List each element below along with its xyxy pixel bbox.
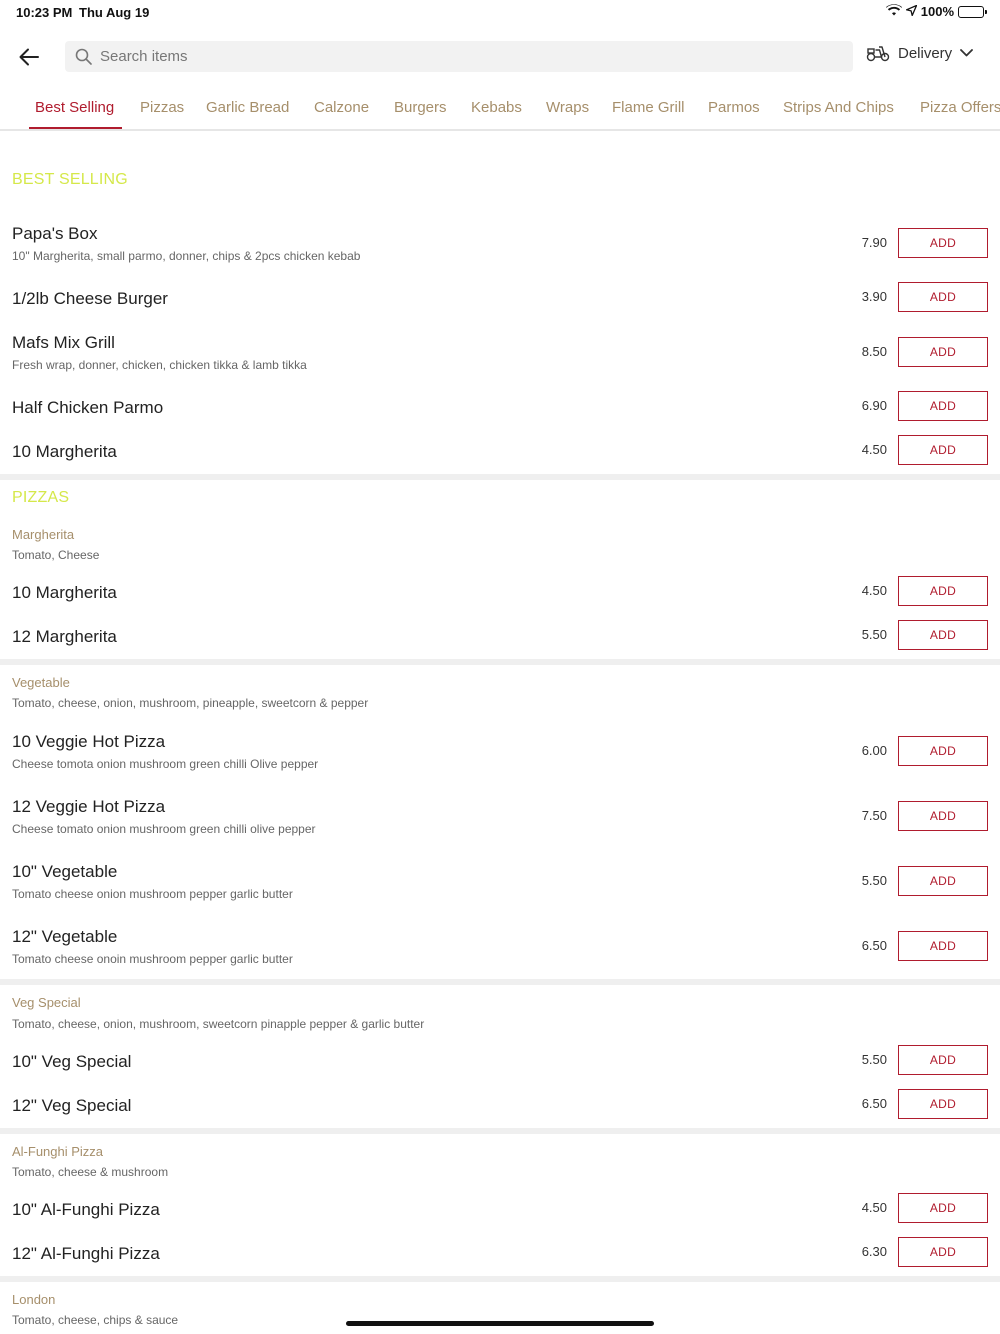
section-divider xyxy=(0,474,1000,480)
item-price: 5.50 xyxy=(861,1052,887,1067)
add-button[interactable]: ADD xyxy=(898,1193,988,1223)
group-title: Margherita xyxy=(12,527,75,542)
battery-percent: 100% xyxy=(920,4,954,19)
item-name: 1/2lb Cheese Burger xyxy=(12,289,168,308)
add-button[interactable]: ADD xyxy=(898,620,988,650)
back-button[interactable] xyxy=(14,42,44,72)
tab-calzone[interactable]: Calzone xyxy=(314,99,369,116)
item-price: 4.50 xyxy=(861,583,887,598)
group-title: London xyxy=(12,1292,56,1307)
item-name: 12 Margherita xyxy=(12,627,117,646)
add-button[interactable]: ADD xyxy=(898,435,988,465)
item-price: 4.50 xyxy=(861,442,887,457)
item-name: 12" Al-Funghi Pizza xyxy=(12,1244,160,1263)
delivery-mode-select[interactable]: Delivery xyxy=(866,44,974,62)
group-description: Tomato, cheese, onion, mushroom, sweetco… xyxy=(12,1017,425,1031)
add-button[interactable]: ADD xyxy=(898,282,988,312)
item-price: 6.50 xyxy=(861,938,887,953)
item-description: 10" Margherita, small parmo, donner, chi… xyxy=(12,249,361,263)
item-name: 12" Veg Special xyxy=(12,1096,132,1115)
status-indicators: 100% xyxy=(885,4,987,19)
item-name: 10" Al-Funghi Pizza xyxy=(12,1200,160,1219)
add-button[interactable]: ADD xyxy=(898,1237,988,1267)
search-input[interactable] xyxy=(100,48,800,65)
tab-pizza-offers[interactable]: Pizza Offers xyxy=(920,99,1000,116)
group-divider xyxy=(0,1128,1000,1134)
item-name: 10 Veggie Hot Pizza xyxy=(12,732,166,751)
add-button[interactable]: ADD xyxy=(898,391,988,421)
item-price: 6.00 xyxy=(861,743,887,758)
status-bar: 10:23 PM Thu Aug 19 100% xyxy=(0,0,1000,24)
item-name: Mafs Mix Grill xyxy=(12,333,115,352)
group-title: Veg Special xyxy=(12,995,81,1010)
search-bar[interactable] xyxy=(65,41,853,72)
item-price: 4.50 xyxy=(861,1200,887,1215)
group-description: Tomato, cheese, onion, mushroom, pineapp… xyxy=(12,696,369,710)
section-title-pizzas: PIZZAS xyxy=(12,489,70,506)
tab-flame-grill[interactable]: Flame Grill xyxy=(612,99,685,116)
item-description: Cheese tomota onion mushroom green chill… xyxy=(12,757,319,771)
item-price: 6.50 xyxy=(861,1096,887,1111)
item-price: 8.50 xyxy=(861,344,887,359)
item-price: 5.50 xyxy=(861,627,887,642)
item-name: 12" Vegetable xyxy=(12,927,118,946)
home-indicator[interactable] xyxy=(346,1321,654,1326)
add-button[interactable]: ADD xyxy=(898,931,988,961)
add-button[interactable]: ADD xyxy=(898,1045,988,1075)
item-name: 12 Veggie Hot Pizza xyxy=(12,797,166,816)
chevron-down-icon xyxy=(960,49,974,57)
item-price: 6.90 xyxy=(861,398,887,413)
item-name: Half Chicken Parmo xyxy=(12,398,164,417)
tab-parmos[interactable]: Parmos xyxy=(708,99,760,116)
item-description: Cheese tomato onion mushroom green chill… xyxy=(12,822,316,836)
wifi-icon xyxy=(885,4,902,19)
add-button[interactable]: ADD xyxy=(898,801,988,831)
item-description: Tomato cheese onoin mushroom pepper garl… xyxy=(12,952,293,966)
section-title-best-selling: BEST SELLING xyxy=(12,171,128,188)
item-name: 10" Vegetable xyxy=(12,862,118,881)
tab-strips-and-chips[interactable]: Strips And Chips xyxy=(783,99,894,116)
group-description: Tomato, Cheese xyxy=(12,548,100,562)
add-button[interactable]: ADD xyxy=(898,1089,988,1119)
group-title: Al-Funghi Pizza xyxy=(12,1144,104,1159)
item-name: Papa's Box xyxy=(12,224,98,243)
location-arrow-icon xyxy=(905,4,917,19)
item-price: 7.90 xyxy=(861,235,887,250)
battery-icon xyxy=(958,5,987,18)
add-button[interactable]: ADD xyxy=(898,337,988,367)
item-price: 6.30 xyxy=(861,1244,887,1259)
active-tab-indicator xyxy=(29,127,122,129)
tab-garlic-bread[interactable]: Garlic Bread xyxy=(206,99,289,116)
item-description: Tomato cheese onion mushroom pepper garl… xyxy=(12,887,293,901)
item-price: 3.90 xyxy=(861,289,887,304)
item-price: 5.50 xyxy=(861,873,887,888)
add-button[interactable]: ADD xyxy=(898,228,988,258)
back-arrow-icon xyxy=(19,48,39,66)
item-name: 10 Margherita xyxy=(12,442,117,461)
group-description: Tomato, cheese, chips & sauce xyxy=(12,1313,179,1327)
add-button[interactable]: ADD xyxy=(898,866,988,896)
group-divider xyxy=(0,659,1000,665)
status-date: Thu Aug 19 xyxy=(79,5,150,20)
item-name: 10" Veg Special xyxy=(12,1052,132,1071)
item-price: 7.50 xyxy=(861,808,887,823)
category-tabs: Best Selling Pizzas Garlic Bread Calzone… xyxy=(0,84,1000,131)
group-description: Tomato, cheese & mushroom xyxy=(12,1165,169,1179)
tab-kebabs[interactable]: Kebabs xyxy=(471,99,522,116)
item-description: Fresh wrap, donner, chicken, chicken tik… xyxy=(12,358,307,372)
group-divider xyxy=(0,1276,1000,1282)
tab-best-selling[interactable]: Best Selling xyxy=(35,99,114,116)
delivery-label: Delivery xyxy=(898,44,953,62)
group-title: Vegetable xyxy=(12,675,70,690)
add-button[interactable]: ADD xyxy=(898,736,988,766)
tab-pizzas[interactable]: Pizzas xyxy=(140,99,184,116)
tab-wraps[interactable]: Wraps xyxy=(546,99,589,116)
status-time: 10:23 PM xyxy=(16,5,73,20)
search-icon xyxy=(75,48,92,65)
group-divider xyxy=(0,979,1000,985)
add-button[interactable]: ADD xyxy=(898,576,988,606)
item-name: 10 Margherita xyxy=(12,583,117,602)
scooter-icon xyxy=(866,46,890,62)
tab-burgers[interactable]: Burgers xyxy=(394,99,447,116)
